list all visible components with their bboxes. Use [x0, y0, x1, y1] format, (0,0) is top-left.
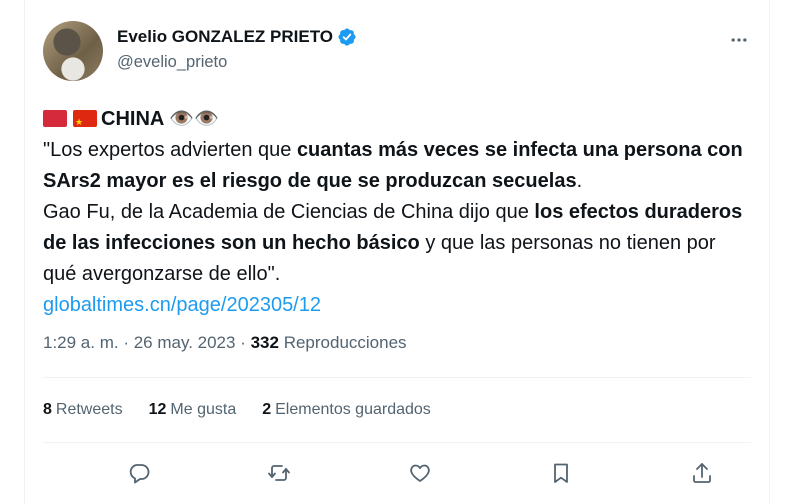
author-handle[interactable]: @evelio_prieto — [117, 53, 227, 72]
tweet-text-span: Gao Fu, de la Academia de Ciencias de Ch… — [43, 201, 535, 223]
verified-badge-icon — [338, 28, 356, 46]
likes-label: Me gusta — [170, 401, 237, 418]
likes-stat[interactable]: 12 Me gusta — [149, 401, 237, 419]
eyes-emoji: 👁️👁️ — [169, 108, 219, 130]
retweets-stat[interactable]: 8 Retweets — [43, 401, 123, 419]
tweet-first-line: CHINA 👁️👁️ — [43, 104, 743, 138]
divider — [43, 442, 751, 443]
tweet-stats: 8 Retweets 12 Me gusta 2 Elementos guardado… — [43, 401, 431, 419]
tweet-paragraph-1: "Los expertos advierten que cuantas más … — [43, 135, 743, 197]
tweet-text: CHINA 👁️👁️ "Los expertos advierten que c… — [43, 104, 743, 321]
author-row: Evelio GONZALEZ PRIETO — [117, 27, 357, 47]
more-options-icon[interactable] — [725, 26, 753, 54]
retweets-count: 8 — [43, 401, 52, 418]
red-square-flag-icon — [43, 110, 67, 127]
tweet-country: CHINA — [101, 108, 170, 130]
avatar[interactable] — [43, 21, 103, 81]
retweet-icon[interactable] — [262, 456, 296, 490]
tweet-meta: 1:29 a. m. · 26 may. 2023 · 332 Reproduc… — [43, 333, 407, 353]
bookmarks-count: 2 — [262, 401, 272, 418]
tweet-card: Evelio GONZALEZ PRIETO @evelio_prieto CH… — [24, 0, 770, 504]
divider — [43, 377, 751, 378]
tweet-date[interactable]: 26 may. 2023 — [134, 333, 236, 352]
tweet-link[interactable]: globaltimes.cn/page/202305/12 — [43, 294, 321, 316]
bookmark-icon[interactable] — [544, 456, 578, 490]
retweets-label: Retweets — [55, 401, 123, 418]
author-name[interactable]: Evelio GONZALEZ PRIETO — [117, 27, 333, 47]
tweet-time[interactable]: 1:29 a. m. — [43, 333, 119, 352]
views-label: Reproducciones — [278, 333, 407, 352]
bookmarks-stat[interactable]: 2 Elementos guardados — [262, 401, 431, 419]
like-icon[interactable] — [403, 456, 437, 490]
bookmarks-label: Elementos guardados — [275, 401, 431, 418]
views-count: 332 — [250, 333, 279, 352]
china-flag-icon — [73, 107, 97, 138]
share-icon[interactable] — [685, 456, 719, 490]
likes-count: 12 — [148, 401, 167, 418]
tweet-text-span: "Los expertos advierten que — [43, 139, 297, 161]
reply-icon[interactable] — [122, 456, 156, 490]
tweet-text-span: . — [576, 170, 583, 192]
meta-separator: · — [118, 333, 134, 352]
tweet-paragraph-2: Gao Fu, de la Academia de Ciencias de Ch… — [43, 197, 743, 290]
meta-separator: · — [235, 333, 251, 352]
tweet-actions — [43, 456, 751, 490]
